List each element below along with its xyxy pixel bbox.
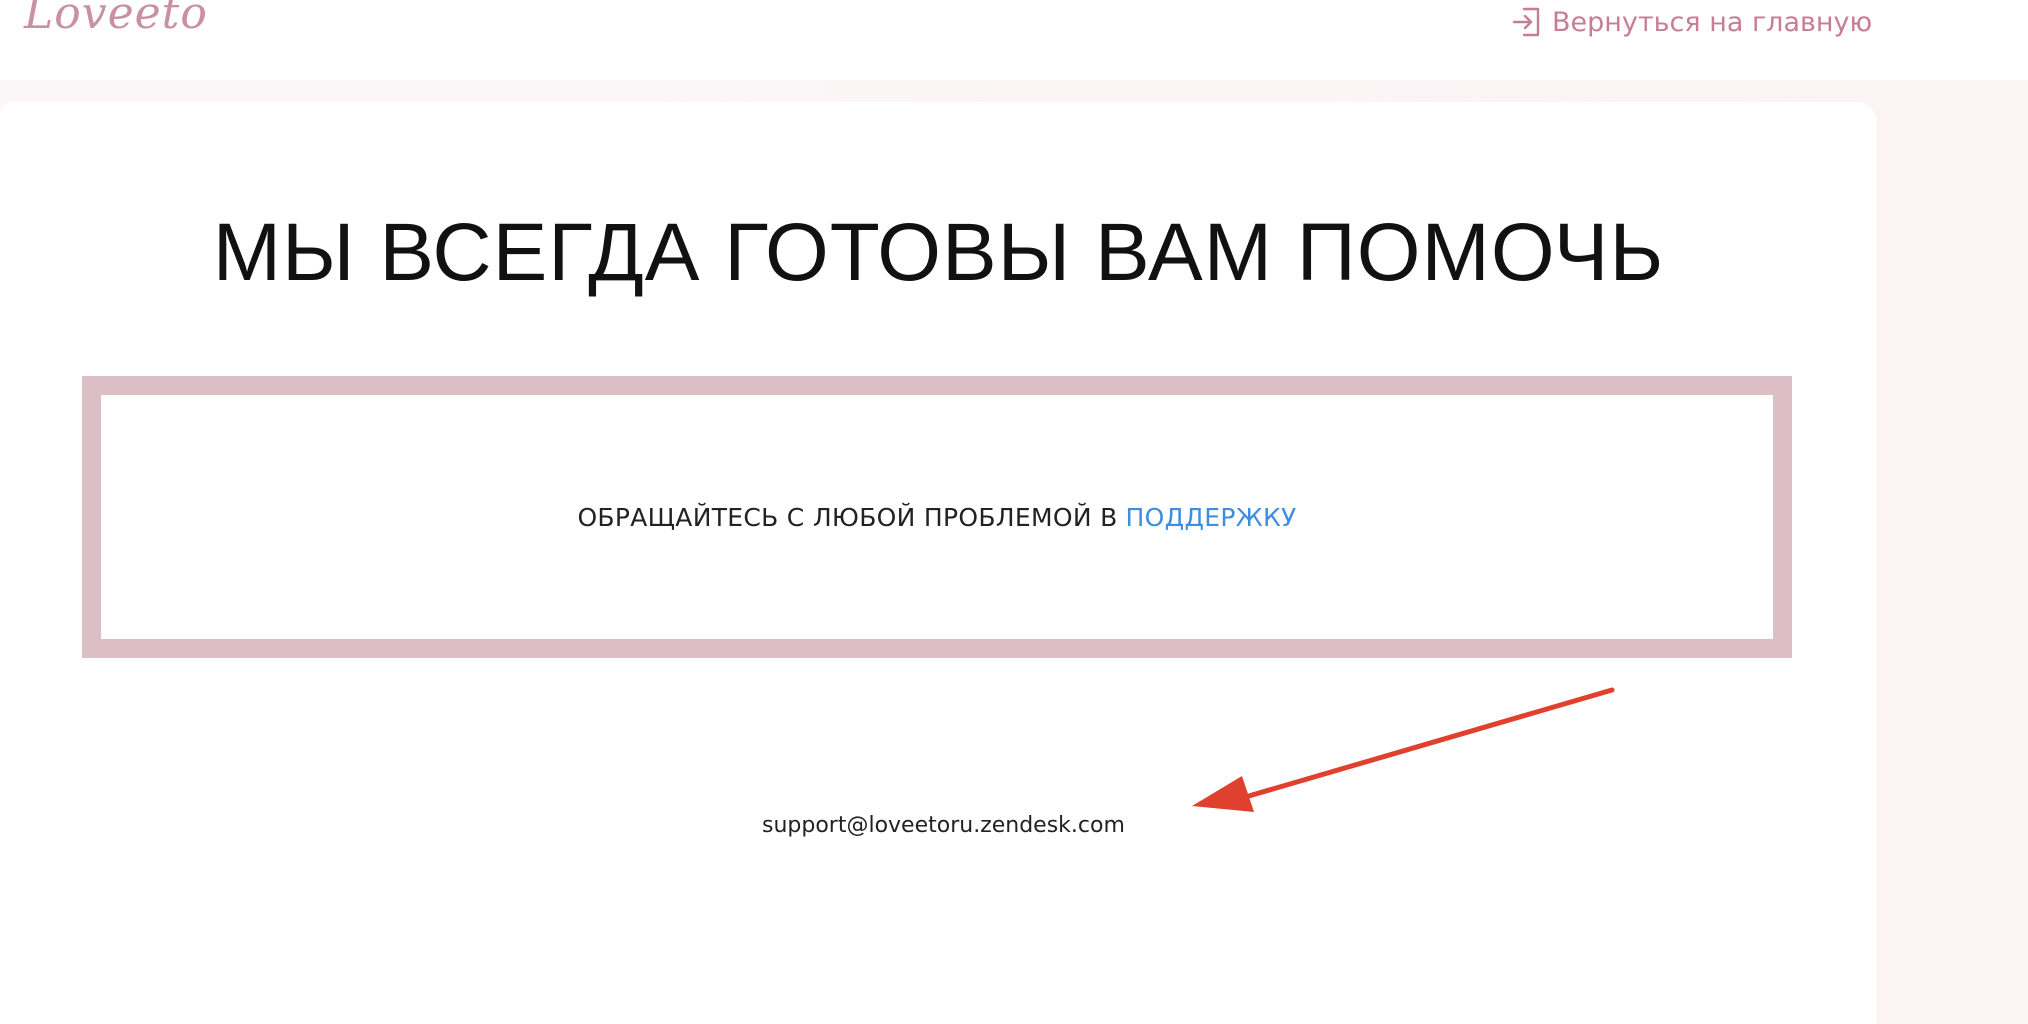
support-notice-frame: ОБРАЩАЙТЕСЬ С ЛЮБОЙ ПРОБЛЕМОЙ В ПОДДЕРЖК…: [82, 376, 1792, 658]
page-title: МЫ ВСЕГДА ГОТОВЫ ВАМ ПОМОЧЬ: [212, 207, 1665, 298]
red-arrow-icon: [1192, 687, 1615, 812]
back-to-home-link[interactable]: Вернуться на главную: [1512, 6, 1872, 38]
top-bar: Loveeto Вернуться на главную: [0, 0, 2028, 80]
support-notice-text: ОБРАЩАЙТЕСЬ С ЛЮБОЙ ПРОБЛЕМОЙ В: [577, 502, 1118, 532]
sign-in-icon: [1512, 6, 1542, 38]
support-notice: ОБРАЩАЙТЕСЬ С ЛЮБОЙ ПРОБЛЕМОЙ В ПОДДЕРЖК…: [101, 395, 1773, 639]
support-link[interactable]: ПОДДЕРЖКУ: [1126, 503, 1297, 532]
support-email[interactable]: support@loveetoru.zendesk.com: [762, 813, 1125, 838]
logo[interactable]: Loveeto: [24, 0, 208, 36]
back-to-home-label: Вернуться на главную: [1552, 6, 1873, 38]
